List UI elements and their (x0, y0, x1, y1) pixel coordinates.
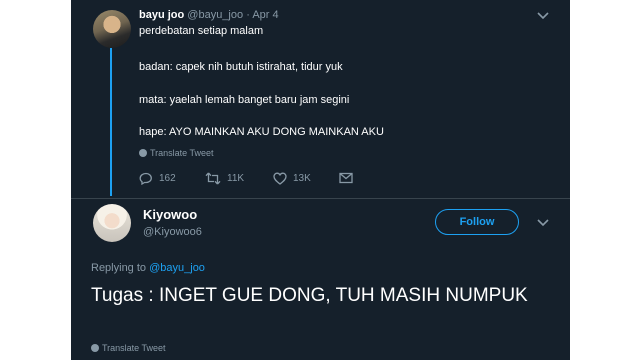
replying-prefix: Replying to (91, 262, 147, 274)
tweet1-translate-link[interactable]: Translate Tweet (139, 148, 214, 158)
tweet1-line-4: hape: AYO MAINKAN AKU DONG MAINKAN AKU (139, 126, 384, 138)
follow-button[interactable]: Follow (435, 209, 519, 235)
tweet1-separator: · (246, 9, 250, 21)
tweet2-author-name[interactable]: Kiyowoo (143, 207, 197, 222)
tweet-thread-panel: bayu joo @bayu_joo · Apr 4 perdebatan se… (71, 0, 570, 360)
chevron-down-icon[interactable] (537, 12, 549, 20)
tweet2-translate-link[interactable]: Translate Tweet (91, 343, 166, 353)
tweet1-line-3: mata: yaelah lemah banget baru jam segin… (139, 94, 350, 106)
reply-button[interactable]: 162 (139, 172, 176, 185)
globe-icon (91, 344, 99, 352)
retweet-button[interactable]: 11K (205, 172, 244, 185)
replying-to-line: Replying to @bayu_joo (91, 262, 205, 274)
tweet2-author-handle[interactable]: @Kiyowoo6 (143, 226, 202, 238)
retweet-icon (205, 172, 221, 185)
tweet1-date[interactable]: Apr 4 (252, 9, 278, 21)
tweet1-author-name[interactable]: bayu joo (139, 9, 184, 21)
tweet1-actions: 162 11K 13K (139, 172, 379, 188)
retweet-count: 11K (227, 173, 245, 184)
avatar-kiyowoo[interactable] (93, 204, 131, 242)
avatar-bayu-joo[interactable] (93, 10, 131, 48)
tweet1-translate-label: Translate Tweet (150, 148, 214, 158)
tweet1-line-1: perdebatan setiap malam (139, 25, 264, 37)
like-button[interactable]: 13K (273, 172, 311, 185)
chevron-down-icon[interactable] (537, 219, 549, 227)
like-icon (273, 172, 287, 185)
tweet2-text: Tugas : INGET GUE DONG, TUH MASIH NUMPUK (91, 285, 528, 306)
thread-connector-line (110, 48, 112, 196)
replying-mention-link[interactable]: @bayu_joo (149, 262, 205, 274)
globe-icon (139, 149, 147, 157)
dm-button[interactable] (339, 172, 353, 184)
like-count: 13K (293, 173, 311, 184)
reply-icon (139, 172, 153, 185)
reply-count: 162 (159, 173, 176, 184)
tweet1-header: bayu joo @bayu_joo · Apr 4 (139, 9, 279, 21)
tweet2-translate-label: Translate Tweet (102, 343, 166, 353)
tweet-divider (71, 198, 570, 199)
dm-icon (339, 172, 353, 184)
tweet1-author-handle[interactable]: @bayu_joo (187, 9, 243, 21)
tweet1-line-2: badan: capek nih butuh istirahat, tidur … (139, 61, 343, 73)
